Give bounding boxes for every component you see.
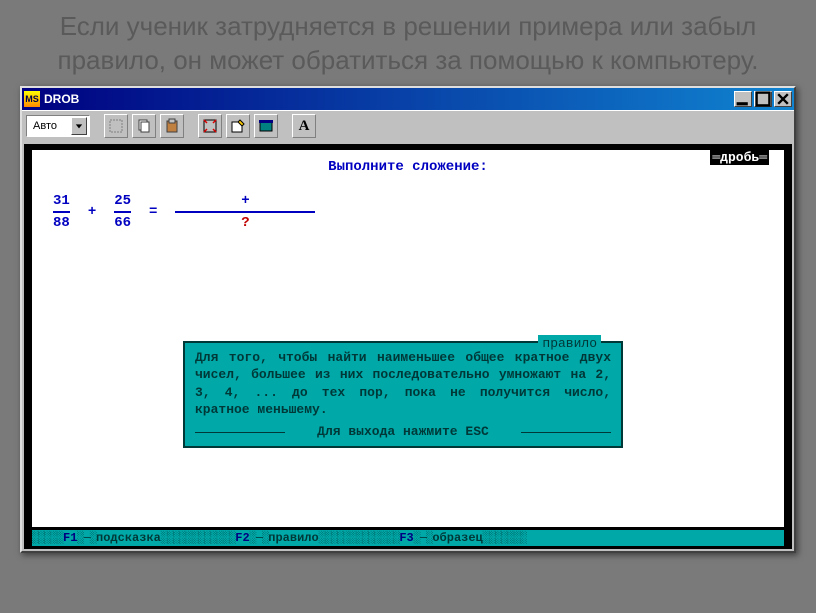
titlebar: MS DROB: [22, 88, 794, 110]
fraction-2-denominator: 66: [114, 215, 131, 231]
fraction-bar: [53, 211, 70, 213]
rule-footer: Для выхода нажмите ESC: [195, 423, 611, 441]
f3-key[interactable]: F3: [399, 531, 413, 545]
task-prompt: Выполните сложение:: [33, 151, 783, 175]
fraction-2: 25 66: [114, 193, 131, 231]
equation: 31 88 + 25 66 = + ?: [33, 175, 783, 249]
fraction-bar: [175, 211, 315, 213]
frame-label: дробь: [710, 150, 769, 165]
dos-content-frame: дробь Выполните сложение: 31 88 + 25 66 …: [32, 150, 784, 527]
plus-operator: +: [88, 204, 96, 220]
f2-key[interactable]: F2: [235, 531, 249, 545]
f3-label: образец: [432, 531, 482, 545]
fraction-1-numerator: 31: [53, 193, 70, 209]
result-numerator: +: [241, 193, 249, 209]
dropdown-value: Авто: [29, 120, 71, 132]
toolbar: Авто A: [22, 110, 794, 142]
chevron-down-icon: [71, 117, 87, 135]
result-fraction[interactable]: + ?: [175, 193, 315, 231]
rule-title: правило: [538, 335, 601, 353]
slide-title: Если ученик затрудняется в решении приме…: [0, 0, 816, 86]
background-button[interactable]: [254, 114, 278, 138]
copy-button[interactable]: [132, 114, 156, 138]
rule-text: Для того, чтобы найти наименьшее общее к…: [195, 349, 611, 419]
mark-button[interactable]: [104, 114, 128, 138]
result-denominator: ?: [241, 215, 249, 231]
app-window: MS DROB Авто: [20, 86, 796, 553]
fraction-2-numerator: 25: [114, 193, 131, 209]
fraction-1: 31 88: [53, 193, 70, 231]
f2-label: правило: [268, 531, 318, 545]
font-size-dropdown[interactable]: Авто: [26, 115, 90, 137]
close-button[interactable]: [774, 91, 792, 107]
maximize-button[interactable]: [754, 91, 772, 107]
f1-label: подсказка: [96, 531, 161, 545]
status-bar: ░░░░░ F1 ░─░ подсказка ░░░░░░░░░░░░ F2 ░…: [32, 530, 784, 546]
minimize-button[interactable]: [734, 91, 752, 107]
fullscreen-button[interactable]: [198, 114, 222, 138]
paste-button[interactable]: [160, 114, 184, 138]
window-title: DROB: [44, 92, 732, 106]
fraction-1-denominator: 88: [53, 215, 70, 231]
f1-key[interactable]: F1: [63, 531, 77, 545]
app-icon: MS: [24, 91, 40, 107]
equals-operator: =: [149, 204, 157, 220]
fraction-bar: [114, 211, 131, 213]
dos-terminal: дробь Выполните сложение: 31 88 + 25 66 …: [24, 144, 792, 549]
properties-button[interactable]: [226, 114, 250, 138]
font-button[interactable]: A: [292, 114, 316, 138]
font-button-label: A: [299, 118, 310, 135]
rule-dialog: правило Для того, чтобы найти наименьшее…: [183, 341, 623, 449]
